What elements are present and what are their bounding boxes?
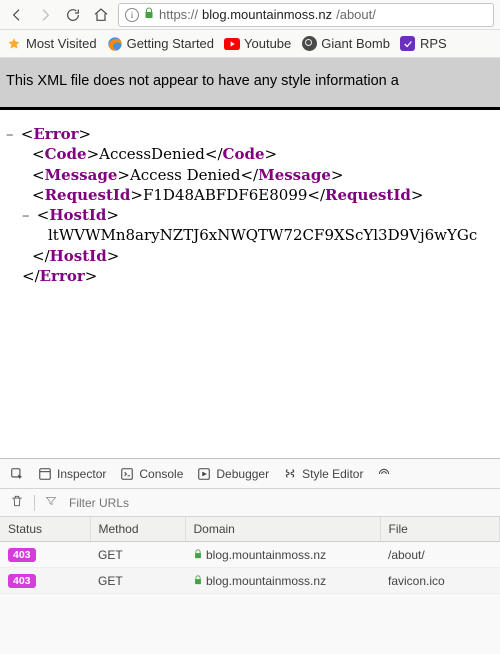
xml-tag: Code [223,145,265,163]
url-path: /about/ [336,7,376,22]
bomb-icon [301,36,317,52]
site-info-icon[interactable]: i [125,8,139,22]
tab-more[interactable] [377,467,391,481]
collapse-toggle[interactable]: – [22,205,32,225]
xml-tag: HostId [49,206,106,224]
column-method[interactable]: Method [90,517,185,542]
rps-icon [400,36,416,52]
bookmark-rps[interactable]: RPS [400,36,447,52]
reload-button[interactable] [62,4,84,26]
lock-icon [193,575,203,585]
xml-tag: Code [45,145,87,163]
collapse-toggle[interactable]: – [6,124,16,144]
firefox-icon [107,36,123,52]
xml-tag: Message [258,166,331,184]
bookmarks-bar: Most Visited Getting Started Youtube Gia… [0,30,500,58]
tab-label: Inspector [57,467,106,481]
tab-label: Style Editor [302,467,363,481]
tab-label: Debugger [216,467,269,481]
status-badge: 403 [8,548,36,562]
forward-button[interactable] [34,4,56,26]
devtools-panel: Inspector Console Debugger Style Editor … [0,458,500,654]
xml-tag: RequestId [45,186,131,204]
tab-debugger[interactable]: Debugger [197,467,269,481]
filter-input[interactable] [67,495,187,511]
bookmark-label: Giant Bomb [321,36,390,51]
cell-domain: blog.mountainmoss.nz [206,548,326,562]
home-button[interactable] [90,4,112,26]
xml-tag: RequestId [325,186,411,204]
column-status[interactable]: Status [0,517,90,542]
column-domain[interactable]: Domain [185,517,380,542]
network-table: Status Method Domain File 403 GET blog.m… [0,517,500,594]
cell-method: GET [90,542,185,568]
bookmark-most-visited[interactable]: Most Visited [6,36,97,52]
xml-tag: Error [33,125,78,143]
tab-inspector[interactable]: Inspector [38,467,106,481]
xml-value: F1D48ABFDF6E8099 [143,186,307,204]
xml-tag: HostId [50,247,107,265]
bookmark-label: Most Visited [26,36,97,51]
cell-domain: blog.mountainmoss.nz [206,574,326,588]
bookmark-label: Youtube [244,36,291,51]
xml-value: Access Denied [130,166,241,184]
tab-console[interactable]: Console [120,467,183,481]
url-bar[interactable]: i https:// blog.mountainmoss.nz/about/ [118,3,494,27]
bookmark-getting-started[interactable]: Getting Started [107,36,214,52]
youtube-icon [224,36,240,52]
cell-file: favicon.ico [380,568,500,594]
url-host: blog.mountainmoss.nz [202,7,332,22]
clear-button[interactable] [10,494,24,511]
lock-icon [193,549,203,559]
bookmark-label: Getting Started [127,36,214,51]
url-protocol: https:// [159,7,198,22]
status-badge: 403 [8,574,36,588]
column-file[interactable]: File [380,517,500,542]
devtools-pick-element[interactable] [10,467,24,481]
filter-icon [45,495,57,510]
tab-label: Console [139,467,183,481]
bookmark-youtube[interactable]: Youtube [224,36,291,52]
lock-icon [143,7,155,22]
bookmark-label: RPS [420,36,447,51]
bookmark-giant-bomb[interactable]: Giant Bomb [301,36,390,52]
xml-content: – <Error> <Code>AccessDenied</Code> <Mes… [0,110,500,286]
tab-style-editor[interactable]: Style Editor [283,467,363,481]
back-button[interactable] [6,4,28,26]
xml-style-banner: This XML file does not appear to have an… [0,58,500,110]
xml-tag: Message [45,166,118,184]
table-row[interactable]: 403 GET blog.mountainmoss.nz favicon.ico [0,568,500,594]
cell-method: GET [90,568,185,594]
xml-tag: Error [40,267,85,285]
star-icon [6,36,22,52]
xml-value: AccessDenied [99,145,205,163]
xml-value: ltWVWMn8aryNZTJ6xNWQTW72CF9XScYl3D9Vj6wY… [48,226,477,244]
cell-file: /about/ [380,542,500,568]
table-row[interactable]: 403 GET blog.mountainmoss.nz /about/ [0,542,500,568]
